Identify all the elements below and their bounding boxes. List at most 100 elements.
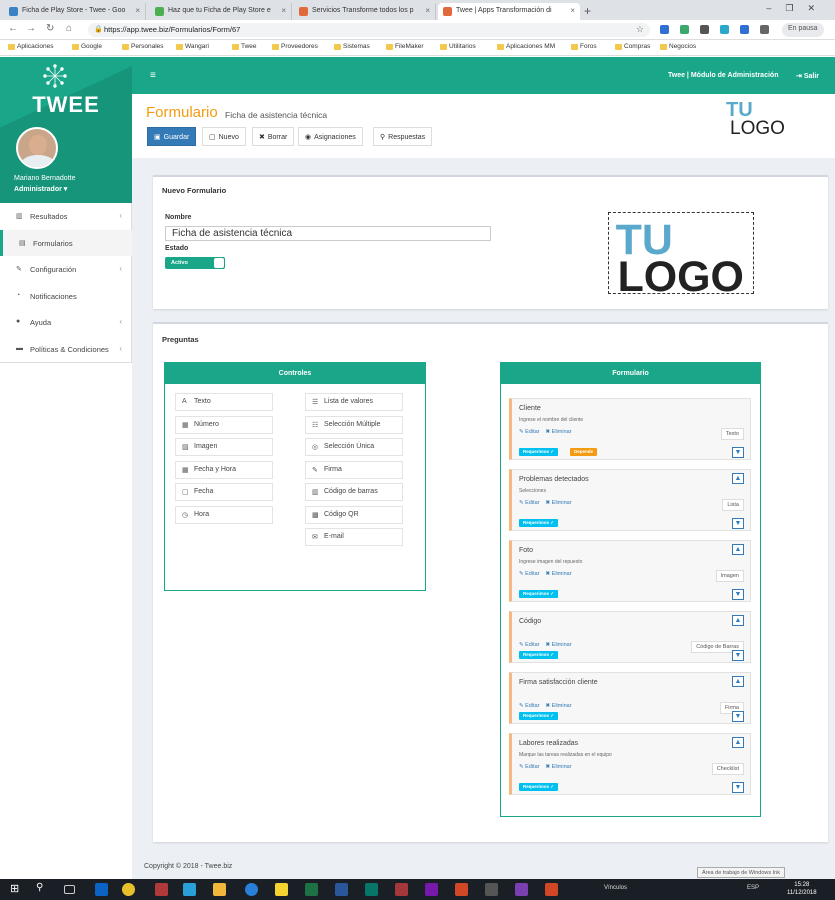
bookmark-item[interactable]: FileMaker	[386, 43, 424, 50]
control-imagen[interactable]: ▨ Imagen	[175, 438, 273, 456]
question-card[interactable]: Labores realizadas Marque las tareas real…	[509, 733, 751, 795]
profile-button[interactable]: En pausa	[782, 23, 824, 37]
word-icon[interactable]	[335, 883, 348, 896]
question-card[interactable]: Foto Ingrese imagen del repuesto ✎ Editar ✖…	[509, 540, 751, 602]
question-card[interactable]: Firma satisfacción cliente ✎ Editar ✖ Elim…	[509, 672, 751, 724]
form-logo-image[interactable]: TU LOGO	[608, 212, 754, 294]
extension-icon[interactable]	[680, 25, 689, 34]
control-fecha-y-hora[interactable]: ▦ Fecha y Hora	[175, 460, 273, 479]
menu-toggle-icon[interactable]: ≡	[150, 70, 156, 81]
extension-icon[interactable]	[740, 25, 749, 34]
extension-icon[interactable]	[700, 25, 709, 34]
outlook-icon[interactable]	[95, 883, 108, 896]
user-role-dropdown[interactable]: Administrador ▾	[14, 185, 67, 193]
delete-link[interactable]: ✖ Eliminar	[546, 429, 572, 435]
edit-link[interactable]: ✎ Editar	[519, 764, 540, 770]
move-down-icon[interactable]: ▼	[732, 589, 744, 600]
control-selecci-n-nica[interactable]: ◎ Selección Única	[305, 438, 403, 456]
bookmark-item[interactable]: Compras	[615, 43, 650, 50]
control-e-mail[interactable]: ✉ E-mail	[305, 528, 403, 546]
control-c-digo-qr[interactable]: ▩ Código QR	[305, 505, 403, 524]
app-icon[interactable]	[485, 883, 498, 896]
move-up-icon[interactable]: ▲	[732, 676, 744, 687]
bookmark-item[interactable]: Sistemas	[334, 43, 370, 50]
tab-close-icon[interactable]: ×	[570, 6, 575, 15]
browser-tab[interactable]: Haz que tu Ficha de Play Store e ×	[150, 3, 292, 20]
browser-tab[interactable]: Ficha de Play Store - Twee - Goo ×	[4, 3, 146, 20]
forward-icon[interactable]: →	[26, 23, 36, 34]
tab-close-icon[interactable]: ×	[425, 6, 430, 15]
delete-link[interactable]: ✖ Eliminar	[546, 642, 572, 648]
bookmark-item[interactable]: Personales	[122, 43, 164, 50]
move-down-icon[interactable]: ▼	[732, 518, 744, 529]
browser-tab[interactable]: Servicios Transforme todos los p ×	[294, 3, 436, 20]
edit-link[interactable]: ✎ Editar	[519, 642, 540, 648]
move-down-icon[interactable]: ▼	[732, 782, 744, 793]
move-up-icon[interactable]: ▲	[732, 615, 744, 626]
move-up-icon[interactable]: ▲	[732, 473, 744, 484]
system-tray[interactable]: Vínculos ESP	[604, 885, 759, 891]
form-name-input[interactable]	[165, 226, 491, 241]
edit-link[interactable]: ✎ Editar	[519, 571, 540, 577]
powerpoint-icon[interactable]	[455, 883, 468, 896]
control-selecci-n-m-ltiple[interactable]: ☷ Selección Múltiple	[305, 415, 403, 434]
excel-icon[interactable]	[305, 883, 318, 896]
window-controls[interactable]: –❐✕	[766, 3, 829, 14]
back-icon[interactable]: ←	[8, 23, 18, 34]
bookmark-item[interactable]: Negocios	[660, 43, 696, 50]
app-icon[interactable]	[155, 883, 168, 896]
edit-link[interactable]: ✎ Editar	[519, 429, 540, 435]
extension-icon[interactable]	[720, 25, 729, 34]
edit-link[interactable]: ✎ Editar	[519, 703, 540, 709]
edge-icon[interactable]	[245, 883, 258, 896]
access-icon[interactable]	[395, 883, 408, 896]
control-firma[interactable]: ✎ Firma	[305, 460, 403, 479]
sticky-notes-icon[interactable]	[275, 883, 288, 896]
borrar-button[interactable]: ✖ Borrar	[252, 127, 295, 146]
nuevo-button[interactable]: ▢ Nuevo	[202, 127, 246, 146]
bookmark-item[interactable]: Wangari	[176, 43, 209, 50]
tab-close-icon[interactable]: ×	[135, 6, 140, 15]
respuestas-button[interactable]: ⚲ Respuestas	[373, 127, 433, 146]
app-icon[interactable]	[545, 883, 558, 896]
bookmark-star-icon[interactable]: ☆	[636, 24, 644, 35]
store-icon[interactable]	[213, 883, 226, 896]
bookmark-item[interactable]: Twee	[232, 43, 257, 50]
bookmark-item[interactable]: Aplicaciones	[8, 43, 54, 50]
new-tab-button[interactable]: +	[584, 4, 591, 18]
sidebar-item-resultados[interactable]: ▥ Resultados ‹	[0, 203, 132, 229]
edit-link[interactable]: ✎ Editar	[519, 500, 540, 506]
state-toggle[interactable]: Activo	[165, 257, 225, 269]
move-down-icon[interactable]: ▼	[732, 711, 744, 722]
control-hora[interactable]: ◷ Hora	[175, 505, 273, 524]
home-icon[interactable]: ⌂	[66, 23, 72, 34]
windows-start-icon[interactable]: ⊞	[10, 882, 23, 895]
taskbar-clock[interactable]: 15:28 11/12/2018	[787, 881, 817, 897]
control-n-mero[interactable]: ▦ Número	[175, 415, 273, 434]
app-icon[interactable]	[183, 883, 196, 896]
sidebar-item-configuraci-n[interactable]: ✎ Configuración ‹	[0, 256, 132, 282]
move-up-icon[interactable]: ▲	[732, 544, 744, 555]
guardar-button[interactable]: ▣ Guardar	[147, 127, 197, 146]
sidebar-item-pol-ticas-condiciones[interactable]: ▬ Políticas & Condiciones ‹	[0, 336, 132, 362]
control-fecha[interactable]: ▢ Fecha	[175, 483, 273, 501]
tab-close-icon[interactable]: ×	[281, 6, 286, 15]
onenote-icon[interactable]	[425, 883, 438, 896]
sidebar-item-formularios[interactable]: ▤ Formularios	[0, 229, 132, 256]
chrome-icon[interactable]	[122, 883, 135, 896]
sidebar-item-ayuda[interactable]: ● Ayuda ‹	[0, 309, 132, 335]
task-view-icon[interactable]	[64, 885, 75, 894]
question-card[interactable]: Cliente Ingrese el nombre del cliente ✎ Ed…	[509, 398, 751, 460]
extension-icon[interactable]	[660, 25, 669, 34]
bookmark-item[interactable]: Foros	[571, 43, 597, 50]
move-down-icon[interactable]: ▼	[732, 650, 744, 661]
bookmark-item[interactable]: Utilitarios	[440, 43, 476, 50]
bookmark-item[interactable]: Proveedores	[272, 43, 318, 50]
browser-tab[interactable]: Twee | Apps Transformación di ×	[438, 3, 580, 20]
publisher-icon[interactable]	[365, 883, 378, 896]
control-c-digo-de-barras[interactable]: ▥ Código de barras	[305, 483, 403, 501]
bookmark-item[interactable]: Google	[72, 43, 102, 50]
sidebar-item-notificaciones[interactable]: ◔ Notificaciones	[0, 283, 132, 309]
app-icon[interactable]	[515, 883, 528, 896]
move-down-icon[interactable]: ▼	[732, 447, 744, 458]
